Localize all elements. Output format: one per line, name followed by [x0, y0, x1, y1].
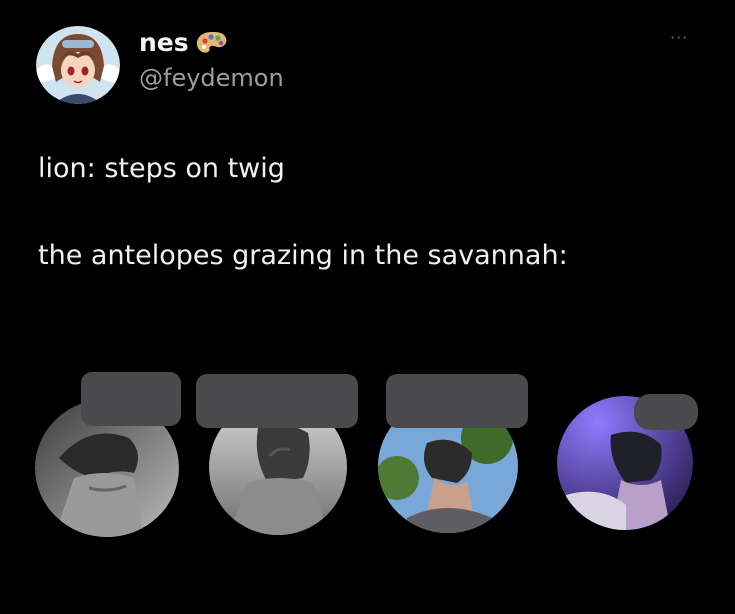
censor-box-1 — [81, 372, 181, 426]
censor-box-4 — [634, 394, 698, 430]
anime-avatar-icon — [36, 26, 120, 104]
censor-box-3 — [386, 374, 528, 428]
tweet-text-line-1: lion: steps on twig — [38, 153, 285, 184]
palette-icon — [196, 32, 227, 53]
censor-box-2 — [196, 374, 358, 428]
author-name-row: nes — [139, 28, 229, 58]
tweet-text-line-2: the antelopes grazing in the savannah: — [38, 240, 568, 271]
display-name[interactable]: nes — [139, 28, 189, 58]
author-handle[interactable]: @feydemon — [139, 63, 284, 93]
author-avatar[interactable] — [36, 26, 120, 104]
more-options-icon[interactable]: ··· — [670, 28, 688, 47]
